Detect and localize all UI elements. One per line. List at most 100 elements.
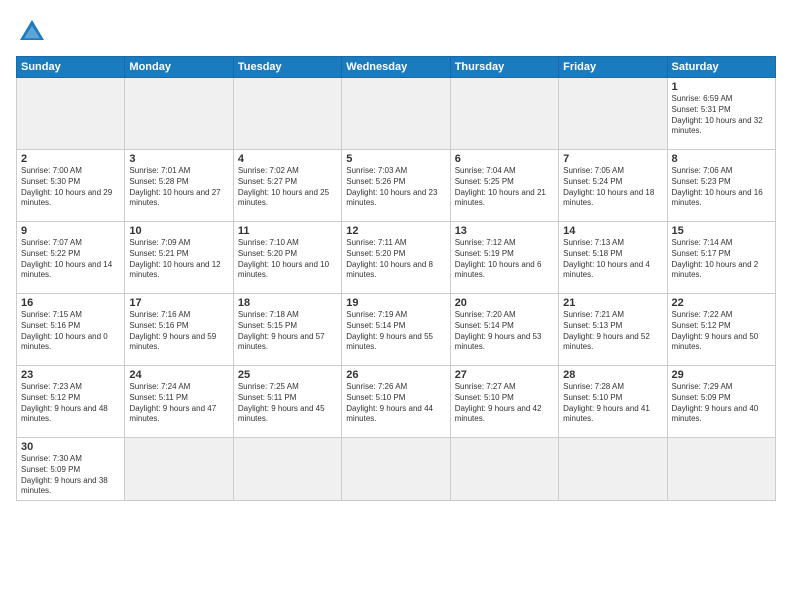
day-cell: 30Sunrise: 7:30 AMSunset: 5:09 PMDayligh…	[17, 438, 125, 501]
day-cell: 24Sunrise: 7:24 AMSunset: 5:11 PMDayligh…	[125, 366, 233, 438]
weekday-wednesday: Wednesday	[342, 57, 450, 78]
week-row-1: 1Sunrise: 6:59 AMSunset: 5:31 PMDaylight…	[17, 78, 776, 150]
day-number: 8	[672, 153, 771, 165]
page: SundayMondayTuesdayWednesdayThursdayFrid…	[0, 0, 792, 612]
day-cell: 20Sunrise: 7:20 AMSunset: 5:14 PMDayligh…	[450, 294, 558, 366]
day-number: 7	[563, 153, 662, 165]
day-cell: 6Sunrise: 7:04 AMSunset: 5:25 PMDaylight…	[450, 150, 558, 222]
day-cell	[125, 78, 233, 150]
day-cell	[342, 438, 450, 501]
day-number: 4	[238, 153, 337, 165]
day-number: 9	[21, 225, 120, 237]
day-info: Sunrise: 7:18 AMSunset: 5:15 PMDaylight:…	[238, 310, 337, 353]
day-cell: 5Sunrise: 7:03 AMSunset: 5:26 PMDaylight…	[342, 150, 450, 222]
weekday-saturday: Saturday	[667, 57, 775, 78]
weekday-tuesday: Tuesday	[233, 57, 341, 78]
weekday-monday: Monday	[125, 57, 233, 78]
day-info: Sunrise: 7:06 AMSunset: 5:23 PMDaylight:…	[672, 166, 771, 209]
weekday-thursday: Thursday	[450, 57, 558, 78]
day-number: 29	[672, 369, 771, 381]
day-cell: 29Sunrise: 7:29 AMSunset: 5:09 PMDayligh…	[667, 366, 775, 438]
day-info: Sunrise: 7:03 AMSunset: 5:26 PMDaylight:…	[346, 166, 445, 209]
day-cell: 8Sunrise: 7:06 AMSunset: 5:23 PMDaylight…	[667, 150, 775, 222]
day-cell	[667, 438, 775, 501]
day-info: Sunrise: 7:04 AMSunset: 5:25 PMDaylight:…	[455, 166, 554, 209]
day-number: 3	[129, 153, 228, 165]
day-number: 11	[238, 225, 337, 237]
weekday-friday: Friday	[559, 57, 667, 78]
day-info: Sunrise: 7:07 AMSunset: 5:22 PMDaylight:…	[21, 238, 120, 281]
day-cell: 27Sunrise: 7:27 AMSunset: 5:10 PMDayligh…	[450, 366, 558, 438]
day-info: Sunrise: 7:30 AMSunset: 5:09 PMDaylight:…	[21, 454, 120, 497]
day-number: 6	[455, 153, 554, 165]
day-cell: 17Sunrise: 7:16 AMSunset: 5:16 PMDayligh…	[125, 294, 233, 366]
day-cell: 28Sunrise: 7:28 AMSunset: 5:10 PMDayligh…	[559, 366, 667, 438]
day-number: 20	[455, 297, 554, 309]
day-info: Sunrise: 7:13 AMSunset: 5:18 PMDaylight:…	[563, 238, 662, 281]
day-cell: 18Sunrise: 7:18 AMSunset: 5:15 PMDayligh…	[233, 294, 341, 366]
day-number: 18	[238, 297, 337, 309]
day-cell: 11Sunrise: 7:10 AMSunset: 5:20 PMDayligh…	[233, 222, 341, 294]
day-info: Sunrise: 7:22 AMSunset: 5:12 PMDaylight:…	[672, 310, 771, 353]
day-info: Sunrise: 7:10 AMSunset: 5:20 PMDaylight:…	[238, 238, 337, 281]
day-info: Sunrise: 7:05 AMSunset: 5:24 PMDaylight:…	[563, 166, 662, 209]
logo-icon	[16, 16, 48, 48]
day-cell: 7Sunrise: 7:05 AMSunset: 5:24 PMDaylight…	[559, 150, 667, 222]
day-info: Sunrise: 7:21 AMSunset: 5:13 PMDaylight:…	[563, 310, 662, 353]
day-number: 22	[672, 297, 771, 309]
day-cell: 4Sunrise: 7:02 AMSunset: 5:27 PMDaylight…	[233, 150, 341, 222]
day-cell: 25Sunrise: 7:25 AMSunset: 5:11 PMDayligh…	[233, 366, 341, 438]
week-row-3: 9Sunrise: 7:07 AMSunset: 5:22 PMDaylight…	[17, 222, 776, 294]
day-cell	[450, 78, 558, 150]
day-number: 12	[346, 225, 445, 237]
day-cell	[450, 438, 558, 501]
day-number: 1	[672, 81, 771, 93]
day-cell: 16Sunrise: 7:15 AMSunset: 5:16 PMDayligh…	[17, 294, 125, 366]
day-info: Sunrise: 7:23 AMSunset: 5:12 PMDaylight:…	[21, 382, 120, 425]
day-cell: 9Sunrise: 7:07 AMSunset: 5:22 PMDaylight…	[17, 222, 125, 294]
day-info: Sunrise: 7:01 AMSunset: 5:28 PMDaylight:…	[129, 166, 228, 209]
day-info: Sunrise: 7:02 AMSunset: 5:27 PMDaylight:…	[238, 166, 337, 209]
week-row-5: 23Sunrise: 7:23 AMSunset: 5:12 PMDayligh…	[17, 366, 776, 438]
header	[16, 16, 776, 48]
day-number: 13	[455, 225, 554, 237]
day-info: Sunrise: 7:15 AMSunset: 5:16 PMDaylight:…	[21, 310, 120, 353]
day-info: Sunrise: 7:00 AMSunset: 5:30 PMDaylight:…	[21, 166, 120, 209]
day-number: 10	[129, 225, 228, 237]
day-number: 19	[346, 297, 445, 309]
day-number: 28	[563, 369, 662, 381]
day-info: Sunrise: 7:25 AMSunset: 5:11 PMDaylight:…	[238, 382, 337, 425]
day-cell	[233, 438, 341, 501]
day-cell: 12Sunrise: 7:11 AMSunset: 5:20 PMDayligh…	[342, 222, 450, 294]
day-info: Sunrise: 7:28 AMSunset: 5:10 PMDaylight:…	[563, 382, 662, 425]
day-info: Sunrise: 7:12 AMSunset: 5:19 PMDaylight:…	[455, 238, 554, 281]
day-cell: 3Sunrise: 7:01 AMSunset: 5:28 PMDaylight…	[125, 150, 233, 222]
day-number: 25	[238, 369, 337, 381]
day-cell: 22Sunrise: 7:22 AMSunset: 5:12 PMDayligh…	[667, 294, 775, 366]
calendar-table: SundayMondayTuesdayWednesdayThursdayFrid…	[16, 56, 776, 501]
day-number: 14	[563, 225, 662, 237]
week-row-4: 16Sunrise: 7:15 AMSunset: 5:16 PMDayligh…	[17, 294, 776, 366]
logo	[16, 16, 52, 48]
day-number: 21	[563, 297, 662, 309]
day-number: 15	[672, 225, 771, 237]
day-cell	[342, 78, 450, 150]
day-cell: 13Sunrise: 7:12 AMSunset: 5:19 PMDayligh…	[450, 222, 558, 294]
day-number: 23	[21, 369, 120, 381]
day-cell	[125, 438, 233, 501]
day-number: 24	[129, 369, 228, 381]
day-cell: 23Sunrise: 7:23 AMSunset: 5:12 PMDayligh…	[17, 366, 125, 438]
day-info: Sunrise: 7:26 AMSunset: 5:10 PMDaylight:…	[346, 382, 445, 425]
day-info: Sunrise: 7:11 AMSunset: 5:20 PMDaylight:…	[346, 238, 445, 281]
day-cell	[559, 78, 667, 150]
day-number: 2	[21, 153, 120, 165]
day-cell: 15Sunrise: 7:14 AMSunset: 5:17 PMDayligh…	[667, 222, 775, 294]
day-info: Sunrise: 7:16 AMSunset: 5:16 PMDaylight:…	[129, 310, 228, 353]
day-cell: 1Sunrise: 6:59 AMSunset: 5:31 PMDaylight…	[667, 78, 775, 150]
weekday-sunday: Sunday	[17, 57, 125, 78]
day-info: Sunrise: 6:59 AMSunset: 5:31 PMDaylight:…	[672, 94, 771, 137]
day-cell	[233, 78, 341, 150]
day-cell	[17, 78, 125, 150]
day-number: 17	[129, 297, 228, 309]
day-number: 16	[21, 297, 120, 309]
